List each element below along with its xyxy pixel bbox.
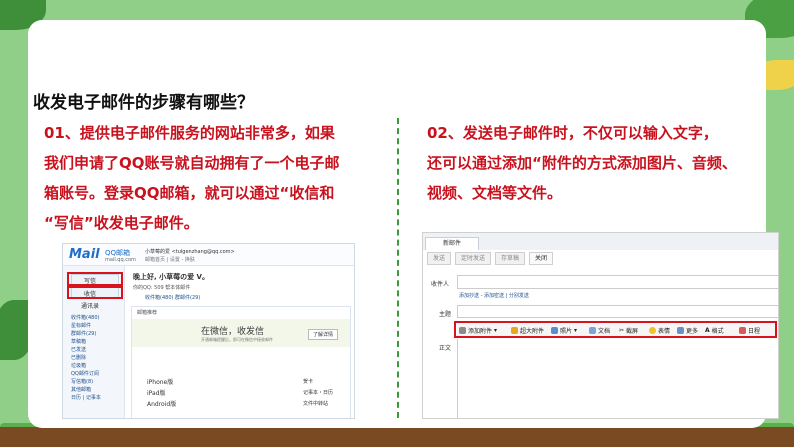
folder-item[interactable]: 写信箱(8)	[71, 378, 101, 386]
subject-label: 主题	[439, 311, 452, 318]
right-paragraph: 02、发送电子邮件时，不仅可以输入文字， 还可以通过添加“附件的方式添加图片、音…	[427, 118, 777, 208]
folder-item[interactable]: 草稿箱	[71, 338, 101, 346]
left-paragraph: 01、提供电子邮件服务的网站非常多，如果 我们申请了QQ账号就自动拥有了一个电子…	[44, 118, 384, 238]
contacts-link[interactable]: 通讯录	[81, 301, 99, 310]
promo-header: 邮箱推荐	[137, 310, 158, 316]
highlight-box	[67, 272, 123, 286]
page-title: 收发电子邮件的步骤有哪些？	[33, 93, 254, 113]
to-label: 收件人	[431, 281, 450, 288]
highlight-box	[67, 286, 123, 299]
folder-item[interactable]: 群邮件(29)	[71, 330, 101, 338]
qqmail-user: 小草莓的爱 <tulgenzhang@qq.com>	[145, 249, 235, 255]
folder-item[interactable]: 星标邮件	[71, 322, 101, 330]
folder-item[interactable]: 日历 | 记事本	[71, 394, 101, 402]
folder-item[interactable]: 收件箱(480)	[71, 314, 101, 322]
tools-list: 贺卡 记事本・日历 文件中转站	[303, 377, 333, 410]
folder-item[interactable]: 其他邮箱	[71, 386, 101, 394]
folder-list: 收件箱(480) 星标邮件 群邮件(29) 草稿箱 已发送 已删除 垃圾箱 QQ…	[71, 314, 101, 402]
close-button[interactable]: 关闭	[529, 252, 553, 265]
apps-list: iPhone版 iPad版 Android版	[147, 377, 176, 410]
qqmail-user-links: 邮箱首页 | 设置 - 换肤	[145, 257, 195, 263]
text-line: 箱账号。登录QQ邮箱，就可以通过“收信和	[44, 184, 335, 202]
text-line: 视频、文档等文件。	[427, 184, 563, 202]
text-line: 我们申请了QQ账号就自动拥有了一个电子邮	[44, 154, 340, 172]
save-draft-button[interactable]: 存草稿	[495, 252, 525, 265]
section-divider	[397, 118, 399, 418]
text-line: 01、提供电子邮件服务的网站非常多，如果	[44, 124, 335, 142]
highlight-box	[454, 321, 777, 338]
tab-new-mail[interactable]: 新邮件	[425, 237, 479, 250]
qqmail-domain: mail.qq.com	[105, 257, 136, 263]
text-line: 02、发送电子邮件时，不仅可以输入文字，	[427, 124, 718, 142]
text-line: “写信”收发电子邮件。	[44, 214, 199, 232]
folder-item[interactable]: 已删除	[71, 354, 101, 362]
app-item[interactable]: iPhone版	[147, 377, 176, 388]
qqmail-screenshot: Mail QQ邮箱 mail.qq.com 小草莓的爱 <tulgenzhang…	[62, 243, 355, 419]
promo-subtitle: 开通邮箱提醒后，即可在微信中接收邮件	[201, 337, 273, 342]
subject-field[interactable]	[457, 305, 778, 318]
send-button[interactable]: 发送	[427, 252, 451, 265]
tool-item[interactable]: 文件中转站	[303, 399, 333, 410]
body-label: 正文	[439, 345, 452, 352]
compose-screenshot: 新邮件 发送 定时发送 存草稿 关闭 收件人 添加抄送 - 添加密送 | 分别发…	[422, 232, 779, 419]
cc-links[interactable]: 添加抄送 - 添加密送 | 分别发送	[459, 292, 529, 299]
soil-strip	[0, 427, 794, 447]
tool-item[interactable]: 贺卡	[303, 377, 333, 388]
text-line: 还可以通过添加“附件的方式添加图片、音频、	[427, 154, 737, 172]
schedule-send-button[interactable]: 定时发送	[455, 252, 491, 265]
to-field[interactable]	[457, 275, 778, 289]
folder-item[interactable]: 垃圾箱	[71, 362, 101, 370]
app-item[interactable]: Android版	[147, 399, 176, 410]
promo-title: 在微信，收发信	[201, 327, 265, 337]
mail-counts[interactable]: 收件箱(480) 群邮件(29)	[145, 294, 200, 301]
vip-line: 你的QQ: 509 帮本体邮件	[133, 285, 191, 291]
promo-button[interactable]: 了解详情	[308, 329, 339, 340]
folder-item[interactable]: QQ邮件订阅	[71, 370, 101, 378]
body-field[interactable]	[457, 339, 778, 418]
tool-item[interactable]: 记事本・日历	[303, 388, 333, 399]
qqmail-logo: Mail	[69, 247, 100, 262]
slide: 收发电子邮件的步骤有哪些？ 01、提供电子邮件服务的网站非常多，如果 我们申请了…	[0, 0, 794, 447]
greeting: 晚上好, 小草莓の爱 V。	[133, 273, 209, 281]
folder-item[interactable]: 已发送	[71, 346, 101, 354]
app-item[interactable]: iPad版	[147, 388, 176, 399]
